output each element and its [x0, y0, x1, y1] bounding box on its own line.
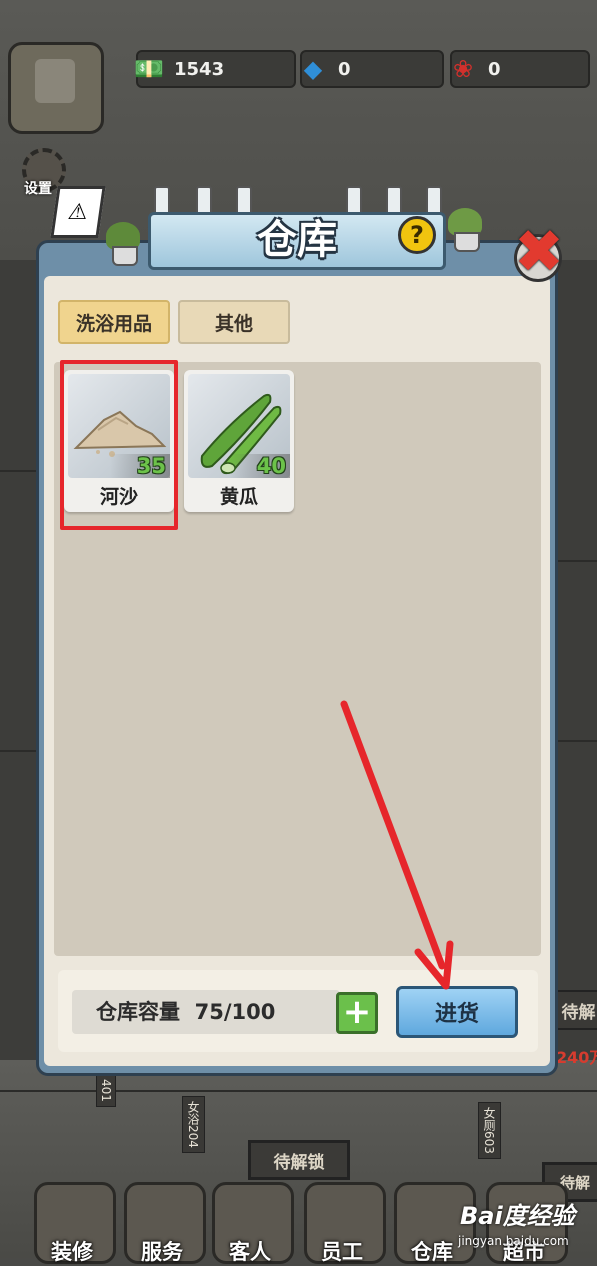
- pot-icon: [112, 246, 138, 266]
- restock-button[interactable]: 进货: [396, 986, 518, 1038]
- wall-divider: [558, 560, 597, 562]
- nav-label: 客人: [229, 1240, 271, 1264]
- wet-floor-sign-decoration: ⚠: [48, 186, 106, 264]
- room-tag: 401: [96, 1074, 116, 1107]
- diamond-counter: ◆ 0: [300, 50, 444, 88]
- close-icon: ✖: [513, 217, 565, 287]
- inventory-item-cucumber[interactable]: 40 黄瓜: [184, 370, 294, 512]
- item-name: 黄瓜: [219, 486, 258, 508]
- baidu-jingyan-watermark: Bai度经验 jingyan.baidu.com: [446, 1196, 597, 1258]
- floor-divider: [0, 1090, 597, 1092]
- wet-floor-icon: ⚠: [50, 186, 106, 238]
- wall-divider: [558, 740, 597, 742]
- pause-icon: [35, 59, 75, 103]
- plus-icon[interactable]: +: [336, 992, 378, 1034]
- unlock-price: 240万: [556, 1048, 597, 1067]
- pause-button[interactable]: [8, 42, 104, 134]
- pot-icon: [454, 232, 480, 252]
- diamond-icon: ◆: [303, 55, 323, 83]
- pending-unlock-sign[interactable]: 待解: [556, 990, 597, 1030]
- money-value: 1543: [174, 58, 225, 80]
- capacity-label: 仓库容量: [96, 1000, 180, 1024]
- rose-icon: ❀: [452, 55, 474, 83]
- nav-staff[interactable]: 员工: [300, 1182, 386, 1264]
- capacity-value: 75/100: [194, 1000, 276, 1024]
- rose-counter: ❀ 0: [450, 50, 590, 88]
- nav-label: 服务: [141, 1240, 183, 1264]
- watermark-brand: Bai度经验: [460, 1202, 575, 1230]
- annotation-highlight-box: [60, 360, 178, 530]
- room-tag: 女浴204: [182, 1096, 205, 1153]
- wall-divider: [0, 750, 36, 752]
- tab-other[interactable]: 其他: [178, 300, 290, 344]
- pending-unlock-sign[interactable]: 待解锁: [248, 1140, 350, 1180]
- item-quantity: 40: [256, 454, 286, 478]
- nav-label: 装修: [51, 1240, 93, 1264]
- rose-value: 0: [488, 58, 501, 80]
- tab-bath-supplies[interactable]: 洗浴用品: [58, 300, 170, 344]
- room-tag: 女厕603: [478, 1102, 501, 1159]
- wall-divider: [0, 470, 36, 472]
- nav-service[interactable]: 服务: [120, 1182, 206, 1264]
- cash-icon: 💵: [134, 55, 164, 83]
- nav-guests[interactable]: 客人: [208, 1182, 294, 1264]
- watermark-url: jingyan.baidu.com: [458, 1234, 569, 1248]
- nav-label: 员工: [321, 1240, 363, 1264]
- capacity-text: 仓库容量 75/100: [96, 996, 275, 1026]
- nav-decorate[interactable]: 装修: [30, 1182, 116, 1264]
- diamond-value: 0: [338, 58, 351, 80]
- plant-decoration: [106, 222, 140, 266]
- close-button[interactable]: ✖: [508, 216, 566, 282]
- question-icon[interactable]: ?: [398, 216, 436, 254]
- money-counter: 💵 1543: [134, 50, 296, 88]
- flower-decoration: [448, 208, 482, 252]
